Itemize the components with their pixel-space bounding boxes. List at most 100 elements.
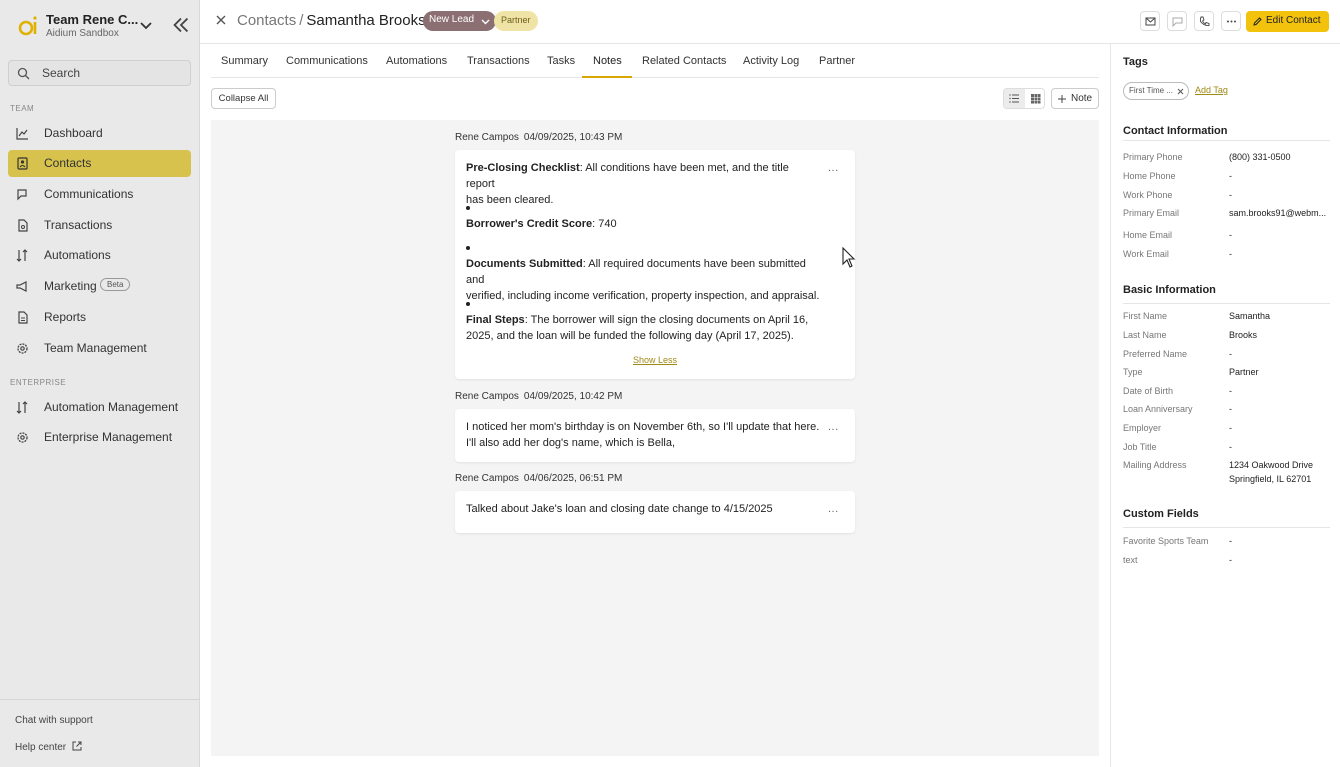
note-date: 04/09/2025, 10:42 PM [523,391,623,402]
call-button[interactable] [1194,11,1214,31]
note-menu-button[interactable]: ... [828,421,839,433]
team-subtitle: Aidium Sandbox [46,28,119,39]
sort-icon [16,249,28,262]
sidebar-item-marketing[interactable]: Marketing Beta [8,273,191,300]
tab-notes[interactable]: Notes [593,55,622,67]
contacts-icon [17,157,28,170]
field-value: - [1229,555,1232,565]
contact-info-heading: Contact Information [1123,125,1228,137]
field-value: - [1229,230,1232,240]
sidebar-item-automation-management[interactable]: Automation Management [8,394,191,421]
note-text: : The borrower will sign the closing doc… [524,314,809,326]
sidebar-item-label: Communications [44,187,134,201]
list-view-button[interactable] [1004,89,1025,108]
note-bold-heading: Pre-Closing Checklist [466,162,580,174]
status-badge[interactable]: New Lead [423,11,497,31]
note-text: Talked about Jake's loan and closing dat… [466,503,773,515]
help-center-label: Help center [15,742,67,753]
tab-tasks[interactable]: Tasks [547,55,575,67]
note-card[interactable]: Pre-Closing Checklist: All conditions ha… [455,150,855,379]
chevron-down-icon[interactable] [138,17,154,33]
sidebar-item-team-management[interactable]: Team Management [8,335,191,362]
sidebar-item-label: Automation Management [44,400,179,414]
tags-heading: Tags [1123,56,1148,68]
sidebar-item-dashboard[interactable]: Dashboard [8,120,191,147]
section-label-enterprise: ENTERPRISE [10,378,67,387]
tab-communications[interactable]: Communications [286,55,368,67]
email-button[interactable] [1140,11,1160,31]
tab-summary[interactable]: Summary [221,55,268,67]
sidebar-item-label: Enterprise Management [44,430,173,444]
tab-automations[interactable]: Automations [386,55,447,67]
edit-contact-button[interactable]: Edit Contact [1246,11,1329,32]
bullet-icon [466,302,470,306]
show-less-link[interactable]: Show Less [633,355,677,365]
note-text: 2025, and the loan will be funded the fo… [466,330,794,342]
section-divider [1123,303,1330,304]
more-icon [1227,20,1236,23]
sidebar-item-label: Team Management [44,341,147,355]
field-value: - [1229,171,1232,181]
field-label: Job Title [1123,442,1157,452]
custom-fields-heading: Custom Fields [1123,508,1199,520]
contact-details-panel: Tags First Time ... Add Tag Contact Info… [1110,44,1340,767]
note-menu-button[interactable]: ... [828,162,839,174]
field-label: Employer [1123,423,1162,433]
sidebar: Team Rene C... Aidium Sandbox Search TEA… [0,0,200,767]
search-icon [17,67,30,80]
message-button[interactable] [1167,11,1187,31]
tab-related-contacts[interactable]: Related Contacts [642,55,726,67]
tab-activity-log[interactable]: Activity Log [743,55,799,67]
sidebar-item-reports[interactable]: Reports [8,304,191,331]
note-card[interactable]: I noticed her mom's birthday is on Novem… [455,409,855,462]
note-meta: Rene Campos 04/06/2025, 06:51 PM [455,473,622,484]
search-input[interactable]: Search [8,60,191,86]
collapse-all-button[interactable]: Collapse All [211,88,276,109]
report-icon [18,311,28,324]
tab-partner[interactable]: Partner [819,55,855,67]
field-label: Mailing Address [1123,460,1187,470]
note-bold-heading: Documents Submitted [466,258,583,270]
sidebar-item-label: Reports [44,310,87,324]
note-menu-button[interactable]: ... [828,503,839,515]
note-paragraph: Final Steps: The borrower will sign the … [466,312,826,344]
close-icon[interactable] [215,14,227,26]
close-icon[interactable] [1177,88,1184,95]
sidebar-item-communications[interactable]: Communications [8,181,191,208]
field-value: 1234 Oakwood Drive [1229,460,1314,470]
tab-transactions[interactable]: Transactions [467,55,530,67]
sidebar-item-automations[interactable]: Automations [8,242,191,269]
team-switcher[interactable]: Team Rene C... Aidium Sandbox [14,10,194,42]
more-options-button[interactable] [1221,11,1241,31]
sidebar-item-contacts[interactable]: Contacts [8,150,191,177]
beta-badge: Beta [100,278,131,291]
sidebar-item-transactions[interactable]: Transactions [8,212,191,239]
grid-view-button[interactable] [1025,89,1045,108]
note-author: Rene Campos [455,132,519,143]
note-card[interactable]: Talked about Jake's loan and closing dat… [455,491,855,533]
chat-support-link[interactable]: Chat with support [15,715,93,726]
help-center-link[interactable]: Help center [15,741,82,753]
search-placeholder: Search [42,66,81,80]
note-text: has been cleared. [466,194,554,206]
note-paragraph: Documents Submitted: All required docume… [466,256,826,304]
field-value[interactable]: sam.brooks91@webm... [1229,208,1326,218]
field-value: - [1229,404,1232,414]
sidebar-item-enterprise-management[interactable]: Enterprise Management [8,424,191,451]
field-value[interactable]: (800) 331-0500 [1229,152,1291,162]
add-note-button[interactable]: Note [1051,88,1099,109]
note-text: I'll also add her dog's name, which is B… [466,437,676,449]
plus-icon [1058,95,1066,103]
field-value: Partner [1229,367,1259,377]
collapse-sidebar-icon[interactable] [172,16,190,34]
field-value: - [1229,349,1232,359]
note-text: : 740 [592,218,617,230]
external-link-icon [72,741,82,751]
note-meta: Rene Campos 04/09/2025, 10:43 PM [455,132,622,143]
add-tag-link[interactable]: Add Tag [1195,85,1228,95]
tag-chip[interactable]: First Time ... [1123,82,1189,100]
mail-icon [1145,17,1156,26]
type-badge: Partner [494,11,538,31]
note-paragraph: Pre-Closing Checklist: All conditions ha… [466,160,811,208]
breadcrumb-contacts[interactable]: Contacts [237,12,296,29]
